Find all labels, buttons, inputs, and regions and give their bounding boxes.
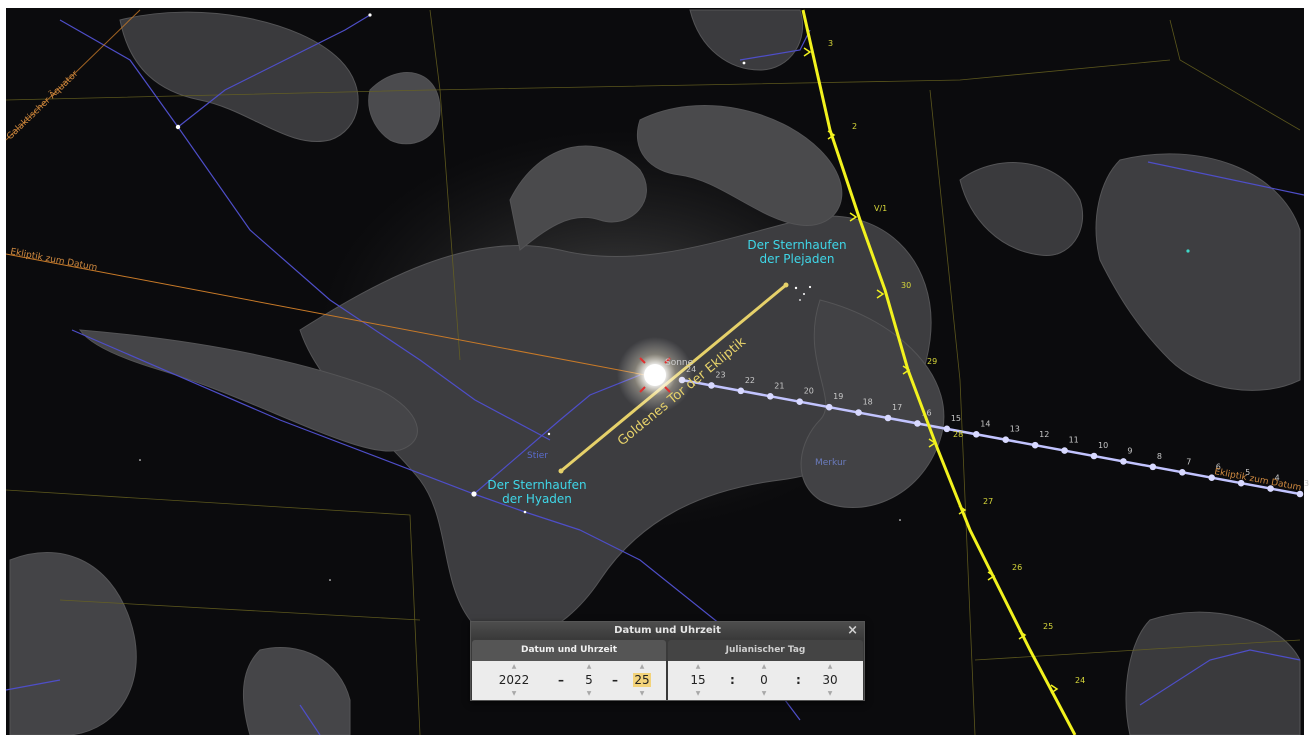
pleiades-label-line2: der Plejaden: [760, 252, 835, 266]
hyades-label-line1: Der Sternhaufen: [487, 478, 586, 492]
golden-gate-end-pleiades: [783, 282, 789, 288]
day-value-text[interactable]: 25: [633, 673, 651, 687]
month-value[interactable]: 5: [578, 673, 600, 688]
time-separator-2: :: [796, 673, 801, 687]
sun-path-dot: [884, 414, 892, 422]
mercury-path-date-label: 30: [901, 281, 911, 290]
sun-path-date-label: 22: [745, 376, 755, 385]
sun-path-dot: [972, 430, 980, 438]
time-panel: ▲ 15 ▼ : ▲ 0 ▼ : ▲ 30 ▼: [668, 661, 863, 700]
dialog-fields: ▲ 2022 ▼ – ▲ 5 ▼ – ▲ 25 ▼ ▲ 15 ▼: ▲ 0 ▼…: [471, 661, 864, 700]
sun-path-date-label: 12: [1039, 430, 1049, 439]
sun-path-dot: [1031, 441, 1039, 449]
sun-label: Sonne: [665, 358, 694, 368]
month-up-arrow-icon[interactable]: ▲: [578, 664, 600, 670]
dialog-title: Datum und Uhrzeit: [614, 625, 721, 636]
sun-path-dot: [1090, 452, 1098, 460]
taurus-label: Stier: [527, 451, 548, 461]
day-spinbox[interactable]: ▲ 25 ▼: [630, 661, 654, 700]
sun-path-date-label: 14: [980, 419, 990, 428]
time-separator-1: :: [730, 673, 735, 687]
month-down-arrow-icon[interactable]: ▼: [578, 691, 600, 697]
sun-path-dot: [1120, 458, 1127, 465]
tab-julian-day[interactable]: Julianischer Tag: [668, 640, 863, 661]
sun-path-dot: [943, 425, 951, 433]
second-value[interactable]: 30: [818, 673, 842, 688]
white-border-left: [0, 0, 6, 735]
tab-date-time[interactable]: Datum und Uhrzeit: [472, 640, 666, 661]
sun[interactable]: [644, 364, 666, 386]
mercury-path-date-label: V/1: [874, 204, 887, 213]
day-down-arrow-icon[interactable]: ▼: [630, 691, 654, 697]
hour-spinbox[interactable]: ▲ 15 ▼: [686, 661, 710, 700]
sun-path-date-label: 8: [1157, 452, 1162, 461]
stellarium-view[interactable]: 2423222120191817161514131211109876543 32…: [0, 0, 1309, 735]
year-value[interactable]: 2022: [490, 673, 538, 688]
white-border-top: [0, 0, 1309, 8]
sun-path-dot: [708, 382, 715, 389]
pleiades-label-line1: Der Sternhaufen: [747, 238, 846, 252]
sun-path-dot: [914, 420, 921, 427]
sun-path-dot: [825, 403, 833, 411]
month-spinbox[interactable]: ▲ 5 ▼: [578, 661, 600, 700]
sun-path-dot: [1002, 436, 1010, 444]
dialog-titlebar[interactable]: Datum und Uhrzeit ×: [471, 622, 864, 639]
minute-down-arrow-icon[interactable]: ▼: [752, 691, 776, 697]
second-spinbox[interactable]: ▲ 30 ▼: [818, 661, 842, 700]
sun-path-date-label: 3: [1304, 479, 1309, 488]
sun-path-date-label: 11: [1069, 436, 1079, 445]
hour-up-arrow-icon[interactable]: ▲: [686, 664, 710, 670]
year-spinbox[interactable]: ▲ 2022 ▼: [490, 661, 538, 700]
mercury-path-date-label: 2: [852, 122, 857, 131]
white-border-right: [1304, 0, 1309, 735]
minute-value[interactable]: 0: [752, 673, 776, 688]
mercury-path-date-label: 27: [983, 497, 993, 506]
sun-path-dot: [766, 392, 774, 400]
sun-path-dot: [1061, 447, 1068, 454]
sun-path-date-label: 21: [774, 381, 784, 390]
date-separator-1: –: [558, 673, 564, 687]
minute-up-arrow-icon[interactable]: ▲: [752, 664, 776, 670]
sun-path-dot: [737, 387, 745, 395]
day-value[interactable]: 25: [630, 673, 654, 688]
minute-spinbox[interactable]: ▲ 0 ▼: [752, 661, 776, 700]
sun-path-dot: [855, 409, 862, 416]
sun-path-date-label: 17: [892, 403, 902, 412]
date-panel: ▲ 2022 ▼ – ▲ 5 ▼ – ▲ 25 ▼: [472, 661, 666, 700]
sun-path-dot: [1178, 468, 1186, 476]
mercury-path-date-label: 25: [1043, 622, 1053, 631]
date-separator-2: –: [612, 673, 618, 687]
day-up-arrow-icon[interactable]: ▲: [630, 664, 654, 670]
mercury-path-date-label: 26: [1012, 563, 1022, 572]
sun-path-dot: [1149, 463, 1157, 471]
mercury-path-date-label: 29: [927, 357, 937, 366]
sun-path-date-label: 19: [833, 392, 843, 401]
mercury-path-date-label: 28: [953, 430, 963, 439]
hour-down-arrow-icon[interactable]: ▼: [686, 691, 710, 697]
sun-path-date-label: 18: [863, 398, 873, 407]
close-icon[interactable]: ×: [847, 622, 858, 639]
year-down-arrow-icon[interactable]: ▼: [490, 691, 538, 697]
date-time-dialog[interactable]: Datum und Uhrzeit × Datum und Uhrzeit Ju…: [470, 621, 865, 701]
sun-path-date-label: 9: [1127, 446, 1132, 455]
sun-path-dot: [796, 398, 804, 406]
hyades-label-line2: der Hyaden: [502, 492, 572, 506]
mercury-label: Merkur: [815, 458, 847, 468]
dialog-tabs: Datum und Uhrzeit Julianischer Tag: [471, 640, 864, 661]
sun-path-date-label: 7: [1186, 457, 1191, 466]
mercury-path-date-label: 24: [1075, 676, 1085, 685]
sun-path-date-label: 20: [804, 387, 814, 396]
sun-path-date-label: 15: [951, 414, 961, 423]
year-up-arrow-icon[interactable]: ▲: [490, 664, 538, 670]
second-down-arrow-icon[interactable]: ▼: [818, 691, 842, 697]
mercury-path-date-label: 3: [828, 39, 833, 48]
sun-path-date-label: 10: [1098, 441, 1108, 450]
hour-value[interactable]: 15: [686, 673, 710, 688]
second-up-arrow-icon[interactable]: ▲: [818, 664, 842, 670]
golden-gate-end-hyades: [558, 468, 564, 474]
sun-path-date-label: 13: [1010, 425, 1020, 434]
